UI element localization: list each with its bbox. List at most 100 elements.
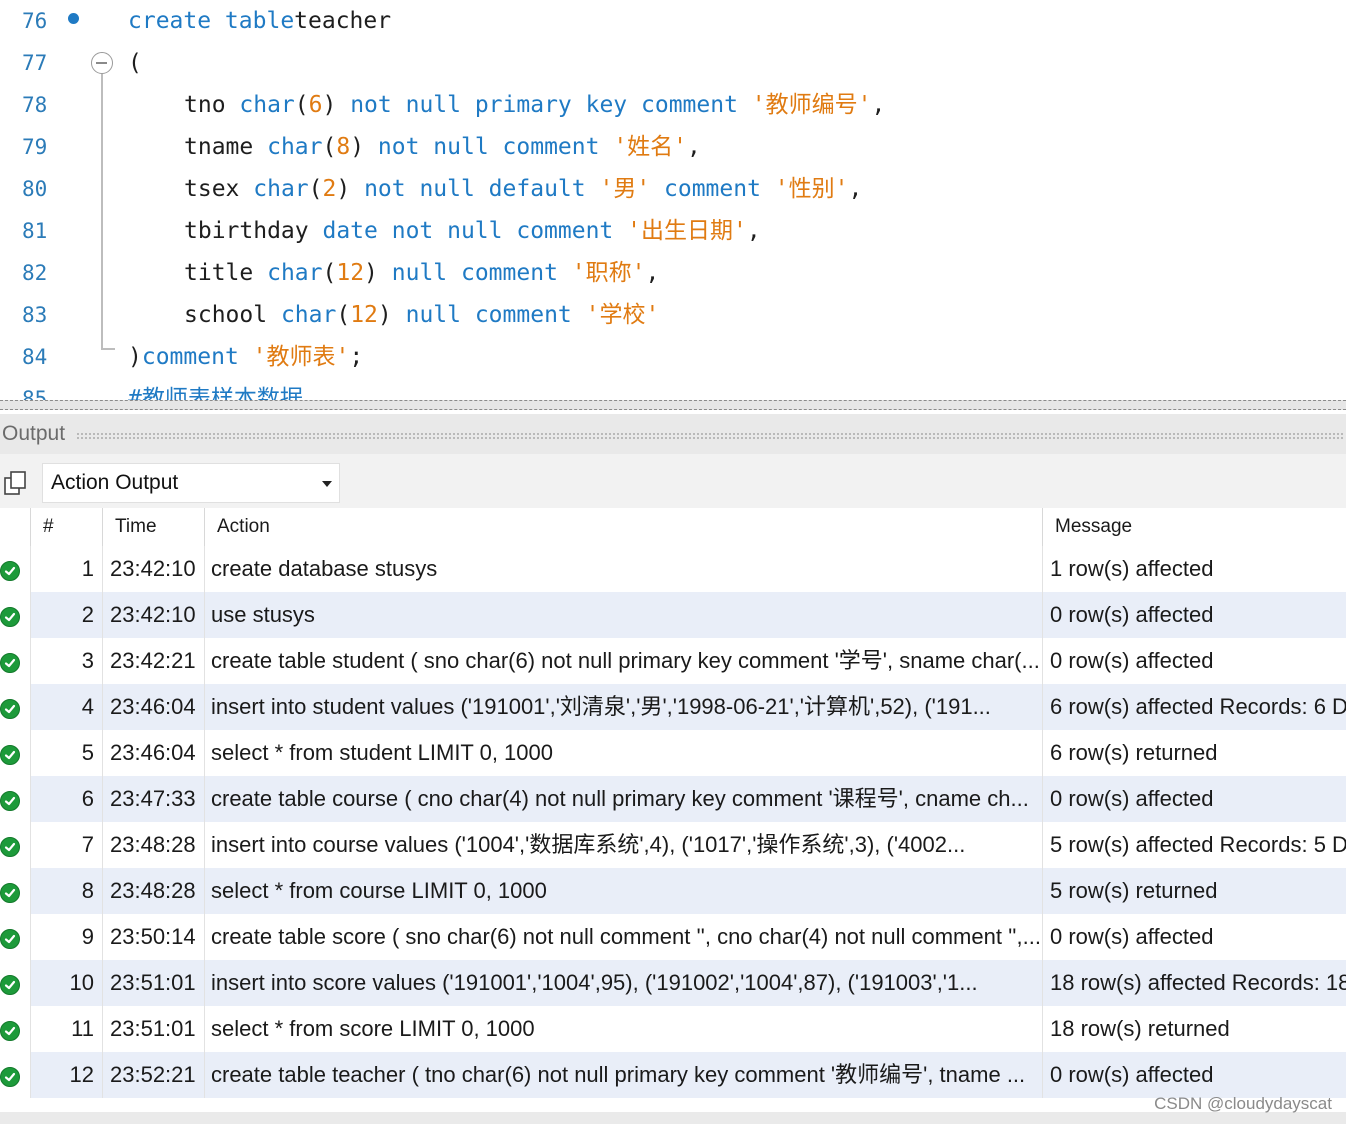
code-text: (	[128, 42, 142, 84]
code-line[interactable]: 83 school char(12) null comment '学校'	[0, 294, 1346, 336]
row-number: 7	[30, 822, 102, 868]
table-row[interactable]: 8 23:48:28 select * from course LIMIT 0, 1…	[0, 868, 1346, 914]
code-token: '姓名'	[599, 134, 688, 160]
code-token: (	[128, 50, 142, 76]
code-token: '职称'	[557, 260, 646, 286]
row-message: 0 row(s) affected	[1042, 776, 1346, 822]
column-header-time[interactable]: Time	[102, 508, 204, 546]
line-number: 77	[22, 51, 48, 75]
table-row[interactable]: 10 23:51:01 insert into score values ('191…	[0, 960, 1346, 1006]
code-text: tname char(8) not null comment '姓名',	[184, 126, 701, 168]
code-text: )comment '教师表';	[128, 336, 363, 378]
code-token: '出生日期'	[613, 218, 747, 244]
code-token: '教师编号'	[737, 92, 872, 118]
column-header-action[interactable]: Action	[204, 508, 1042, 546]
success-check-icon	[0, 975, 20, 995]
code-token: (	[322, 260, 337, 286]
code-line[interactable]: 85 #教师表样本数据	[0, 378, 1346, 400]
code-token: ,	[687, 134, 701, 160]
code-token: '男'	[585, 176, 651, 202]
row-action: create database stusys	[204, 546, 1042, 592]
table-row[interactable]: 4 23:46:04 insert into student values ('19…	[0, 684, 1346, 730]
panel-footer	[0, 1112, 1346, 1124]
copy-icon[interactable]	[4, 470, 28, 496]
code-line[interactable]: 80 tsex char(2) not null default '男' comm…	[0, 168, 1346, 210]
code-token: char	[267, 260, 323, 286]
table-row[interactable]: 12 23:52:21 create table teacher ( tno cha…	[0, 1052, 1346, 1098]
code-token: teacher	[294, 8, 392, 34]
panel-drag-grip[interactable]	[76, 432, 1344, 440]
code-token: )	[322, 92, 351, 118]
line-number: 84	[22, 345, 48, 369]
output-type-select[interactable]: Action Output	[42, 463, 340, 503]
row-message: 6 row(s) returned	[1042, 730, 1346, 776]
action-output-grid: # Time Action Message 1 23:42:10 create da…	[0, 508, 1346, 1098]
row-time: 23:46:04	[102, 730, 204, 776]
row-time: 23:42:21	[102, 638, 204, 684]
table-row[interactable]: 11 23:51:01 select * from score LIMIT 0, 1…	[0, 1006, 1346, 1052]
row-time: 23:48:28	[102, 822, 204, 868]
code-token: (	[294, 92, 309, 118]
sql-editor[interactable]: 76 create tableteacher 77 (78 tno char(6) no…	[0, 0, 1346, 400]
code-token: #教师表样本数据	[128, 386, 303, 400]
row-message: 1 row(s) affected	[1042, 546, 1346, 592]
code-token: create table	[128, 8, 295, 34]
success-check-icon	[0, 745, 20, 765]
line-number: 83	[22, 303, 48, 327]
column-header-message[interactable]: Message	[1042, 508, 1346, 546]
row-action: create table student ( sno char(6) not n…	[204, 638, 1042, 684]
success-check-icon	[0, 1067, 20, 1087]
code-line[interactable]: 78 tno char(6) not null primary key comme…	[0, 84, 1346, 126]
success-check-icon	[0, 607, 20, 627]
row-time: 23:42:10	[102, 546, 204, 592]
code-line[interactable]: 77 (	[0, 42, 1346, 84]
code-token: ,	[645, 260, 660, 286]
code-token: 6	[308, 92, 323, 118]
row-time: 23:46:04	[102, 684, 204, 730]
row-message: 6 row(s) affected Records: 6 Du	[1042, 684, 1346, 730]
column-header-number[interactable]: #	[30, 508, 102, 546]
row-message: 0 row(s) affected	[1042, 914, 1346, 960]
code-line[interactable]: 82 title char(12) null comment '职称',	[0, 252, 1346, 294]
output-type-value: Action Output	[51, 471, 179, 494]
code-token: tname	[184, 134, 268, 160]
code-token: )	[128, 344, 142, 370]
row-action: create table teacher ( tno char(6) not n…	[204, 1052, 1042, 1098]
code-token: '教师表'	[238, 344, 350, 370]
table-row[interactable]: 6 23:47:33 create table course ( cno char(…	[0, 776, 1346, 822]
code-token: 12	[336, 260, 365, 286]
table-row[interactable]: 7 23:48:28 insert into course values ('100…	[0, 822, 1346, 868]
row-message: 18 row(s) affected Records: 18	[1042, 960, 1346, 1006]
row-action: create table course ( cno char(4) not nu…	[204, 776, 1042, 822]
table-row[interactable]: 2 23:42:10 use stusys 0 row(s) affected	[0, 592, 1346, 638]
table-row[interactable]: 1 23:42:10 create database stusys 1 row(s) …	[0, 546, 1346, 592]
editor-splitter[interactable]	[0, 400, 1346, 410]
line-number: 82	[22, 261, 48, 285]
table-row[interactable]: 9 23:50:14 create table score ( sno char(6…	[0, 914, 1346, 960]
chevron-down-icon[interactable]	[322, 481, 332, 487]
code-token: school	[184, 302, 281, 328]
code-token: char	[267, 134, 323, 160]
code-token: (	[336, 302, 351, 328]
code-line[interactable]: 76 create tableteacher	[0, 0, 1346, 42]
row-number: 6	[30, 776, 102, 822]
row-time: 23:48:28	[102, 868, 204, 914]
code-line[interactable]: 84 )comment '教师表';	[0, 336, 1346, 378]
code-token: tsex	[184, 176, 254, 202]
code-token: comment	[650, 176, 761, 202]
table-row[interactable]: 5 23:46:04 select * from student LIMIT 0, …	[0, 730, 1346, 776]
code-text: tbirthday date not null comment '出生日期',	[184, 210, 761, 252]
row-time: 23:51:01	[102, 1006, 204, 1052]
row-action: select * from course LIMIT 0, 1000	[204, 868, 1042, 914]
code-token: char	[253, 176, 309, 202]
row-time: 23:47:33	[102, 776, 204, 822]
table-row[interactable]: 3 23:42:21 create table student ( sno char…	[0, 638, 1346, 684]
code-text: create tableteacher	[128, 0, 391, 42]
code-token: )	[336, 176, 365, 202]
output-panel-header: Output	[0, 414, 1346, 454]
row-action: insert into student values ('191001','刘清…	[204, 684, 1042, 730]
row-action: select * from student LIMIT 0, 1000	[204, 730, 1042, 776]
code-line[interactable]: 79 tname char(8) not null comment '姓名',	[0, 126, 1346, 168]
code-line[interactable]: 81 tbirthday date not null comment '出生日期'…	[0, 210, 1346, 252]
success-check-icon	[0, 1021, 20, 1041]
